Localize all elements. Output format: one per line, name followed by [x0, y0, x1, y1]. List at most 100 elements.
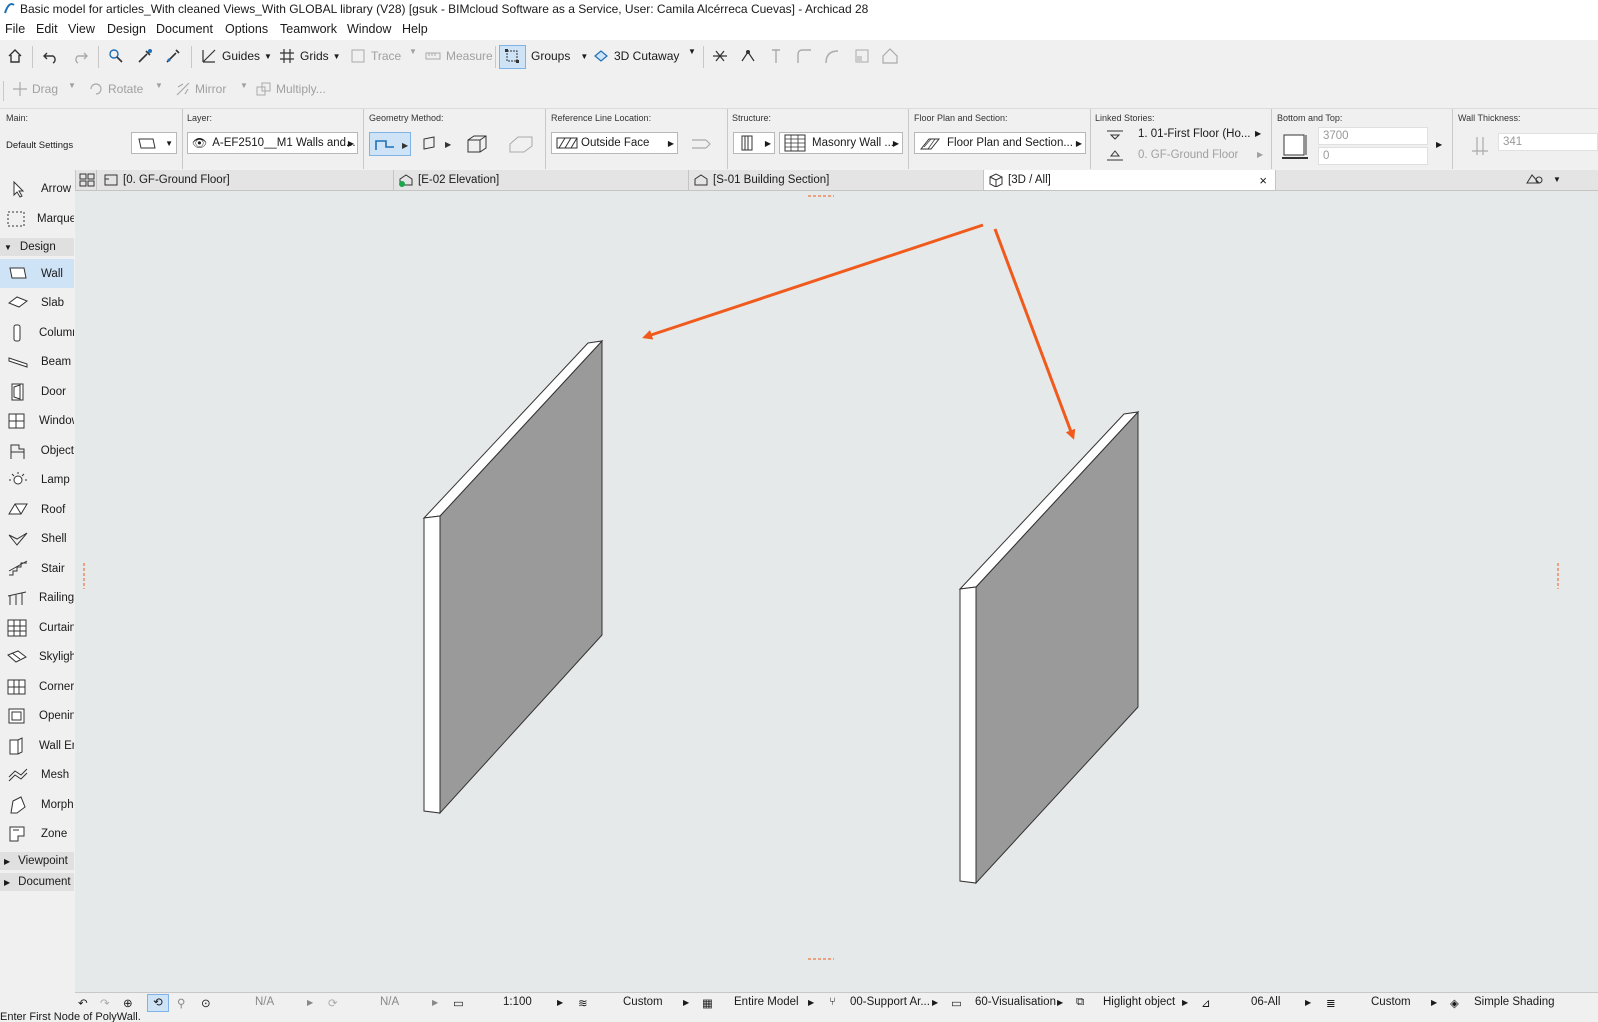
drag-dropdown[interactable]: ▼ [68, 81, 76, 90]
tool-roof[interactable]: Roof [0, 495, 74, 524]
wall-thickness-field[interactable]: 341 [1498, 133, 1598, 151]
tool-wall-end[interactable]: Wall End [0, 731, 74, 760]
chevron-right-icon[interactable]: ▶ [932, 998, 938, 1007]
tool-skylight[interactable]: Skylight [0, 643, 74, 672]
reference-line-select[interactable]: Outside Face ▶ [551, 132, 678, 154]
chevron-right-icon[interactable]: ▶ [1182, 998, 1188, 1007]
flip-reference-icon[interactable] [690, 136, 714, 152]
menu-options[interactable]: Options [225, 22, 268, 36]
mirror-dropdown[interactable]: ▼ [240, 81, 248, 90]
undo-view-icon[interactable]: ↶ [78, 996, 88, 1010]
redo-view-icon[interactable]: ↷ [100, 996, 110, 1010]
linked-top-story[interactable]: 1. 01-First Floor (Ho... [1138, 128, 1250, 140]
chevron-right-icon[interactable]: ▶ [307, 998, 313, 1007]
cutaway-dropdown[interactable]: ▼ [688, 47, 696, 56]
guides-button[interactable]: Guides ▼ [200, 47, 272, 65]
scale-value[interactable]: 1:100 [503, 996, 532, 1008]
tool-window[interactable]: Window [0, 407, 74, 436]
chevron-right-icon[interactable]: ▶ [1257, 150, 1263, 159]
3d-viewport[interactable] [75, 191, 1598, 992]
close-icon[interactable]: × [1259, 173, 1267, 188]
menu-document[interactable]: Document [156, 22, 213, 36]
angle-value[interactable]: N/A [380, 996, 399, 1008]
floor-plan-section-select[interactable]: Floor Plan and Section... ▶ [914, 132, 1086, 154]
find-select-icon[interactable] [107, 47, 125, 65]
curve-icon[interactable] [823, 47, 841, 65]
tool-morph[interactable]: Morph [0, 790, 74, 819]
dimension-value[interactable]: 06-All [1251, 996, 1280, 1008]
tool-door[interactable]: Door [0, 377, 74, 406]
renovation-value[interactable]: Custom [1371, 996, 1411, 1008]
measure-button[interactable]: Measure [424, 47, 493, 65]
fillet-icon[interactable] [795, 47, 813, 65]
menu-design[interactable]: Design [107, 22, 146, 36]
tool-beam[interactable]: Beam [0, 348, 74, 377]
bottom-offset-field[interactable]: 0 [1318, 147, 1428, 165]
tool-wall[interactable]: Wall [0, 259, 74, 288]
rotate-button[interactable]: Rotate [88, 81, 143, 97]
tool-lamp[interactable]: Lamp [0, 466, 74, 495]
override-value[interactable]: Higlight object [1103, 996, 1175, 1008]
tab-overview-icon[interactable] [75, 170, 97, 190]
rotate-dropdown[interactable]: ▼ [155, 81, 163, 90]
linked-bottom-story[interactable]: 0. GF-Ground Floor [1138, 149, 1238, 161]
resize-icon[interactable] [853, 47, 871, 65]
tool-stair[interactable]: Stair [0, 554, 74, 583]
tool-column[interactable]: Column [0, 318, 74, 347]
split-icon[interactable] [711, 47, 729, 65]
home-icon[interactable] [6, 47, 24, 65]
chevron-right-icon[interactable]: ▶ [432, 998, 438, 1007]
menu-help[interactable]: Help [402, 22, 428, 36]
tab-elevation[interactable]: [E-02 Elevation] [394, 170, 689, 190]
design-group-header[interactable]: ▼ Design [0, 238, 74, 256]
structure-type-select[interactable]: ▶ [733, 132, 775, 154]
groups-button[interactable]: Groups ▼ [503, 47, 588, 65]
geometry-rotated-button[interactable] [508, 134, 534, 154]
layer-select[interactable]: 👁 A-EF2510__M1 Walls and... ▶ [187, 132, 358, 154]
document-group-header[interactable]: ▶ Document [0, 873, 74, 891]
chevron-right-icon[interactable]: ▶ [808, 998, 814, 1007]
chevron-right-icon[interactable]: ▶ [557, 998, 563, 1007]
geometry-curved-button[interactable]: ▶ [421, 134, 455, 154]
trace-button[interactable]: Trace [349, 47, 401, 65]
tool-corner-window[interactable]: Corner Window [0, 672, 74, 701]
menu-file[interactable]: File [5, 22, 25, 36]
chevron-right-icon[interactable]: ▶ [683, 998, 689, 1007]
view-options-icon[interactable]: ▼ [1525, 172, 1561, 186]
menu-view[interactable]: View [68, 22, 95, 36]
chevron-right-icon[interactable]: ▶ [1305, 998, 1311, 1007]
tool-opening[interactable]: Opening [0, 702, 74, 731]
zoom-value[interactable]: N/A [255, 996, 274, 1008]
tool-object[interactable]: Object [0, 436, 74, 465]
multiply-button[interactable]: Multiply... [256, 81, 326, 97]
trace-dropdown[interactable]: ▼ [409, 47, 417, 56]
tool-zone[interactable]: Zone [0, 820, 74, 849]
tab-3d-all[interactable]: [3D / All] × [984, 170, 1276, 190]
chevron-right-icon[interactable]: ▶ [1431, 998, 1437, 1007]
drag-button[interactable]: Drag [12, 81, 58, 97]
walk-icon[interactable]: ⚲ [177, 996, 185, 1010]
zoom-in-icon[interactable]: ⊕ [123, 996, 133, 1010]
fit-in-window-icon[interactable]: ⊙ [201, 996, 211, 1010]
tool-railing[interactable]: Railing [0, 584, 74, 613]
model-view-value[interactable]: Entire Model [734, 996, 799, 1008]
syringe-icon[interactable] [164, 47, 182, 65]
tool-mesh[interactable]: Mesh [0, 761, 74, 790]
roof-icon[interactable] [881, 47, 899, 65]
wall-settings-button[interactable]: ▼ [131, 132, 177, 154]
elevate-icon[interactable] [767, 47, 785, 65]
menu-edit[interactable]: Edit [36, 22, 58, 36]
orbit-icon[interactable]: ⟲ [147, 994, 169, 1012]
eyedropper-icon[interactable] [136, 47, 154, 65]
chevron-right-icon[interactable]: ▶ [1255, 129, 1261, 138]
top-offset-field[interactable]: 3700 [1318, 127, 1428, 145]
redo-icon[interactable] [71, 47, 89, 65]
menu-teamwork[interactable]: Teamwork [280, 22, 337, 36]
chevron-right-icon[interactable]: ▶ [1436, 140, 1442, 149]
tab-ground-floor[interactable]: [0. GF-Ground Floor] [99, 170, 394, 190]
menu-window[interactable]: Window [347, 22, 391, 36]
tool-curtain-wall[interactable]: Curtain Wall [0, 613, 74, 642]
tool-slab[interactable]: Slab [0, 289, 74, 318]
tool-shell[interactable]: Shell [0, 525, 74, 554]
graphic-override-value[interactable]: 60-Visualisation [975, 996, 1056, 1008]
